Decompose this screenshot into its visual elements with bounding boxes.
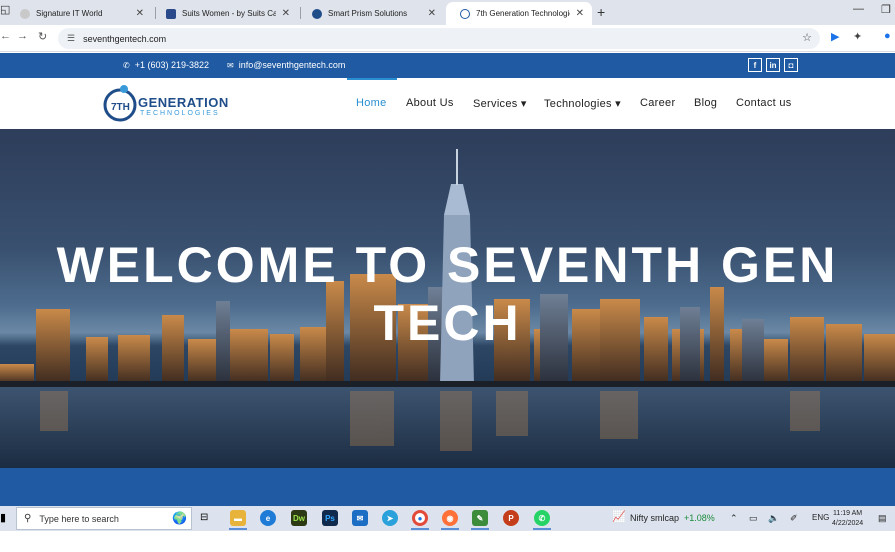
close-icon[interactable]: ✕ xyxy=(282,8,290,19)
nav-blog[interactable]: Blog xyxy=(694,97,717,109)
telegram-icon[interactable]: ➤ xyxy=(382,510,398,526)
running-indicator xyxy=(533,528,551,530)
file-explorer-icon[interactable]: ▬ xyxy=(230,510,246,526)
close-icon[interactable]: ✕ xyxy=(428,8,436,19)
nav-contact-us[interactable]: Contact us xyxy=(736,97,792,109)
nav-home[interactable]: Home xyxy=(356,97,387,109)
active-nav-indicator xyxy=(347,78,397,80)
search-icon: ⚲ xyxy=(24,513,32,524)
nav-services[interactable]: Services ▾ xyxy=(473,97,527,110)
earth-day-icon: 🌍 xyxy=(172,511,187,525)
app-icon[interactable]: ✎ xyxy=(472,510,488,526)
instagram-icon[interactable]: ◘ xyxy=(784,58,798,72)
tab-title: Suits Women - by Suits Care N xyxy=(182,9,276,18)
stock-change: +1.08% xyxy=(684,513,715,523)
facebook-icon[interactable]: f xyxy=(748,58,762,72)
taskbar-search-placeholder: Type here to search xyxy=(39,513,119,524)
windows-taskbar: ▮ ⚲ Type here to search 🌍 ⊟ ▬ e Dw Ps ✉ … xyxy=(0,506,895,531)
browser-tab-strip: ◱ Signature IT World ✕ Suits Women - by … xyxy=(0,0,895,25)
profile-icon[interactable]: ● xyxy=(884,30,891,42)
site-contact-bar: ✆ +1 (603) 219-3822 ✉ info@seventhgentec… xyxy=(0,53,895,78)
logo-mark-text: 7TH xyxy=(111,102,130,113)
tab-title: Smart Prism Solutions xyxy=(328,9,408,18)
running-indicator xyxy=(411,528,429,530)
site-header: 7TH GENERATION TECHNOLOGIES Home About U… xyxy=(0,78,895,129)
extensions-puzzle-icon[interactable]: ✦ xyxy=(853,30,862,43)
taskbar-search-box[interactable]: ⚲ Type here to search 🌍 xyxy=(16,507,192,530)
tab-suits-women[interactable]: Suits Women - by Suits Care N ✕ xyxy=(152,2,298,25)
stock-chart-icon: 📈 xyxy=(612,511,626,523)
address-bar[interactable]: ☰ seventhgentech.com ☆ xyxy=(58,28,820,49)
clock-date: 4/22/2024 xyxy=(832,520,864,527)
restore-icon[interactable]: ❐ xyxy=(881,3,891,16)
site-favicon xyxy=(312,8,322,19)
url-text[interactable]: seventhgentech.com xyxy=(83,34,166,44)
site-favicon xyxy=(460,8,470,19)
close-icon[interactable]: ✕ xyxy=(136,8,144,19)
hero-title: WELCOME TO SEVENTH GEN TECH xyxy=(56,237,839,351)
firefox-icon[interactable]: ◉ xyxy=(442,510,458,526)
tab-7th-generation[interactable]: 7th Generation Technologies ✕ xyxy=(446,2,592,25)
site-info-icon[interactable]: ☰ xyxy=(67,33,75,44)
back-icon[interactable]: ← xyxy=(0,30,11,42)
chevron-up-icon[interactable]: ⌃ xyxy=(730,513,738,524)
hero-banner: WELCOME TO SEVENTH GEN TECH xyxy=(0,129,895,468)
new-tab-button[interactable]: + xyxy=(597,4,605,20)
bottom-blank-area xyxy=(0,531,895,552)
running-indicator xyxy=(441,528,459,530)
edge-browser-icon[interactable]: e xyxy=(260,510,276,526)
system-clock[interactable]: 11:19 AM 4/22/2024 xyxy=(832,509,863,529)
nav-technologies[interactable]: Technologies ▾ xyxy=(544,97,621,110)
running-indicator xyxy=(229,528,247,530)
logo-mark-icon: 7TH xyxy=(103,85,137,122)
reload-icon[interactable]: ↻ xyxy=(38,30,47,43)
logo-technologies-text: TECHNOLOGIES xyxy=(140,110,220,117)
site-favicon xyxy=(20,8,30,19)
nav-career[interactable]: Career xyxy=(640,97,675,109)
phone-contact[interactable]: ✆ +1 (603) 219-3822 xyxy=(123,60,209,70)
tab-title: Signature IT World xyxy=(36,9,103,18)
start-windows-icon[interactable]: ▮ xyxy=(0,511,6,524)
blue-section-band xyxy=(0,468,895,506)
clock-time: 11:19 AM xyxy=(833,510,863,517)
logo-generation-text: GENERATION xyxy=(138,95,229,110)
pen-icon[interactable]: ✐ xyxy=(790,513,798,524)
bookmark-star-icon[interactable]: ☆ xyxy=(802,31,812,44)
powerpoint-icon[interactable]: P xyxy=(503,510,519,526)
mail-icon[interactable]: ✉ xyxy=(352,510,368,526)
volume-icon[interactable]: 🔈 xyxy=(768,513,779,524)
dreamweaver-icon[interactable]: Dw xyxy=(291,510,307,526)
browser-toolbar: ← → ↻ ☰ seventhgentech.com ☆ ▶ ✦ ● xyxy=(0,25,895,52)
running-indicator xyxy=(471,528,489,530)
notifications-icon[interactable]: ▤ xyxy=(878,513,887,524)
tab-title: 7th Generation Technologies xyxy=(476,9,570,18)
tab-smart-prism[interactable]: Smart Prism Solutions ✕ xyxy=(298,2,444,25)
photoshop-icon[interactable]: Ps xyxy=(322,510,338,526)
company-logo[interactable]: 7TH GENERATION TECHNOLOGIES xyxy=(102,84,232,122)
email-address: info@seventhgentech.com xyxy=(238,60,346,70)
envelope-icon: ✉ xyxy=(227,60,234,70)
chrome-icon[interactable]: ● xyxy=(412,510,428,526)
battery-icon[interactable]: ▭ xyxy=(749,513,758,524)
language-indicator[interactable]: ENG xyxy=(812,513,829,522)
forward-icon[interactable]: → xyxy=(17,30,28,42)
phone-icon: ✆ xyxy=(123,60,130,70)
linkedin-icon[interactable]: in xyxy=(766,58,780,72)
minimize-icon[interactable]: — xyxy=(853,3,864,15)
email-contact[interactable]: ✉ info@seventhgentech.com xyxy=(227,60,345,70)
site-favicon xyxy=(166,8,176,19)
close-icon[interactable]: ✕ xyxy=(576,8,584,19)
nav-about-us[interactable]: About Us xyxy=(406,97,454,109)
whatsapp-icon[interactable]: ✆ xyxy=(534,510,550,526)
task-view-icon[interactable]: ⊟ xyxy=(200,512,208,523)
stock-name[interactable]: Nifty smlcap xyxy=(630,513,679,523)
extension-icon[interactable]: ▶ xyxy=(831,30,839,43)
tab-signature-it-world[interactable]: Signature IT World ✕ xyxy=(6,2,152,25)
phone-number: +1 (603) 219-3822 xyxy=(134,60,210,70)
